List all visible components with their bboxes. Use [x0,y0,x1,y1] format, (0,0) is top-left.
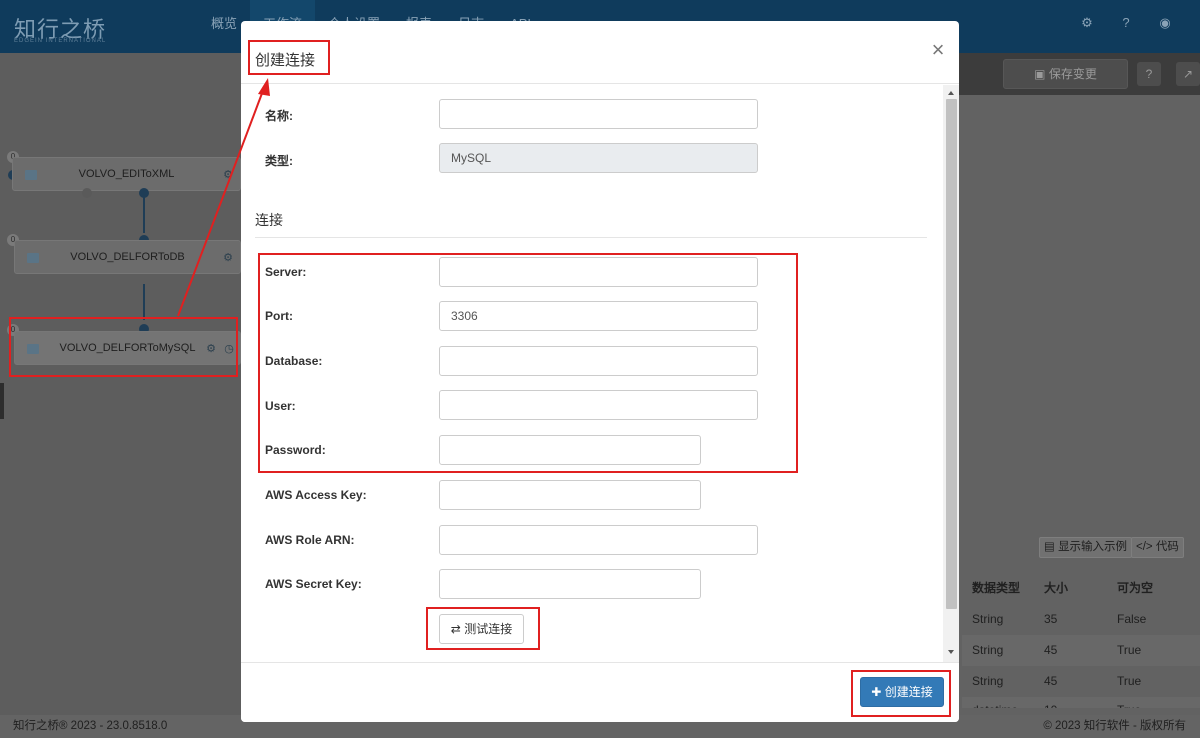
annotation-box-create [851,670,951,717]
show-input-sample-button[interactable]: ▤ 显示输入示例 [1039,537,1133,558]
gear-icon[interactable]: ⚙ [221,251,235,265]
table-cell: False [1117,612,1147,626]
table-header: 数据类型 大小 可为空 [962,573,1200,604]
type-field: MySQL [439,143,758,173]
scroll-down-icon[interactable] [948,650,954,654]
gear-icon[interactable]: ⚙ [221,168,235,182]
workflow-node[interactable]: VOLVO_DELFORToDB ⚙ [14,240,241,274]
code-icon: </> [1136,541,1156,553]
table-cell: 45 [1044,674,1058,688]
show-input-sample-label: 显示输入示例 [1058,541,1128,553]
annotation-box-node [9,317,238,377]
database-icon [27,253,39,263]
footer-copyright: © 2023 知行软件 - 版权所有 [1043,720,1186,732]
workflow-node[interactable]: VOLVO_EDIToXML ⚙ [12,157,241,191]
table-cell: String [972,674,1004,688]
app-logo-subtitle: EDGEIN INTERNATIONAL [14,38,107,44]
table-cell: String [972,612,1004,626]
help-icon[interactable]: ? [1137,62,1161,86]
aws-role-arn-input[interactable] [439,525,758,555]
code-button[interactable]: </> 代码 [1131,537,1184,558]
node-label: VOLVO_EDIToXML [78,168,175,180]
section-divider [255,237,927,238]
modal-scrollbar[interactable] [943,85,959,662]
help-icon[interactable]: ? [1118,15,1134,31]
table-row[interactable]: String 45 True [962,635,1200,666]
table-cell: datetime [962,697,1034,708]
aws-access-key-label: AWS Access Key: [265,488,367,502]
save-changes-label: 保存变更 [1048,67,1097,81]
table-cell: True [1117,674,1142,688]
aws-access-key-input[interactable] [439,480,701,510]
table-cell: 35 [1044,612,1058,626]
connection-line [143,284,145,320]
connector-icon [25,170,37,180]
connection-line [143,197,145,233]
table-cell: True [1117,643,1142,657]
annotation-box-title [248,40,330,75]
file-icon: ▤ [1044,541,1059,553]
close-icon[interactable]: × [929,39,947,61]
annotation-box-fields [258,253,798,473]
gear-icon[interactable]: ⚙ [1079,15,1095,31]
annotation-box-test [426,607,540,650]
scroll-thumb[interactable] [946,99,957,609]
aws-role-arn-label: AWS Role ARN: [265,533,355,547]
external-link-icon[interactable]: ↗ [1176,62,1200,86]
user-icon[interactable]: ◉ [1157,15,1173,31]
scroll-up-icon[interactable] [948,91,954,95]
table-cell: String [972,643,1004,657]
type-label: 类型: [265,154,293,168]
save-changes-button[interactable]: ▣ 保存变更 [1003,59,1128,89]
table-row[interactable]: String 35 False [962,604,1200,635]
column-header: 数据类型 [972,581,1021,595]
column-header: 大小 [1044,581,1069,595]
node-label: VOLVO_DELFORToDB [70,251,185,263]
name-input[interactable] [439,99,758,129]
save-icon: ▣ [1034,67,1049,81]
table-cell: 10 [1034,697,1107,708]
table-cell: 45 [1044,643,1058,657]
aws-secret-key-input[interactable] [439,569,701,599]
output-port[interactable] [82,188,92,198]
table-cell: True [1107,697,1200,708]
table-row[interactable]: String 45 True [962,666,1200,697]
aws-secret-key-label: AWS Secret Key: [265,577,362,591]
connection-section-title: 连接 [255,212,283,228]
column-header: 可为空 [1117,581,1154,595]
footer-version: 知行之桥® 2023 - 23.0.8518.0 [13,720,168,732]
fields-table: 数据类型 大小 可为空 String 35 False String 45 Tr… [962,573,1200,708]
code-label: 代码 [1155,541,1179,553]
workflow-canvas [0,53,241,715]
side-panel-toggle[interactable] [0,383,4,419]
name-label: 名称: [265,109,293,123]
table-row[interactable]: datetime 10 True [962,697,1200,708]
modal-header: 创建连接 × [241,21,959,84]
